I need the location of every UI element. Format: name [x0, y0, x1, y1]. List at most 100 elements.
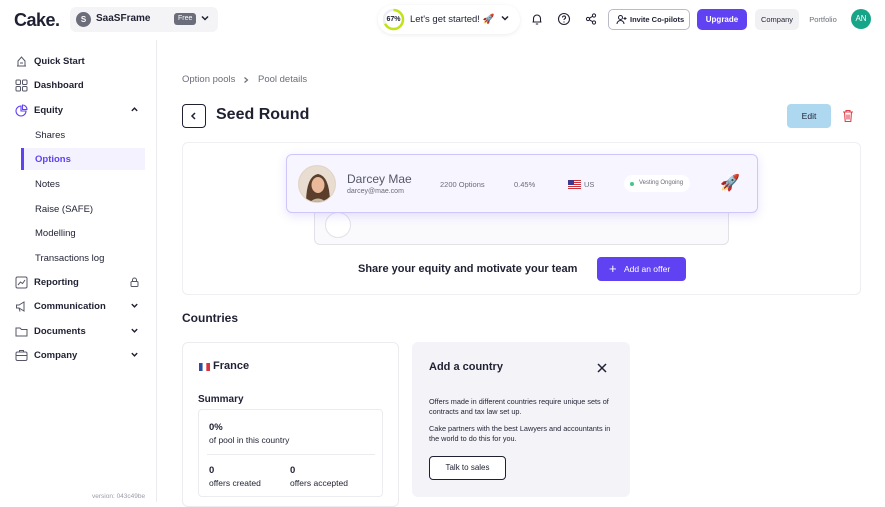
person-photo [298, 165, 336, 203]
add-offer-button[interactable]: + Add an offer [597, 257, 686, 281]
sidebar-sub-label: Transactions log [35, 253, 105, 264]
offers-created-value: 0 [209, 465, 215, 476]
edit-button[interactable]: Edit [787, 104, 831, 128]
sidebar-sub-options[interactable]: Options [21, 148, 145, 170]
country-name: France [213, 360, 250, 372]
pie-chart-icon [15, 104, 28, 117]
chart-icon [15, 276, 28, 289]
chevron-down-icon [131, 328, 138, 333]
country-code: US [584, 180, 595, 189]
sidebar-sub-label: Shares [35, 130, 66, 141]
offers-accepted-value: 0 [290, 465, 296, 476]
plan-badge: Free [174, 13, 197, 25]
rocket-icon [17, 56, 26, 67]
vesting-status-badge: Vesting Ongoing [624, 175, 691, 192]
main-content: Option pools Pool details Seed Round Edi… [157, 40, 885, 507]
sidebar-item-documents[interactable]: Documents [0, 321, 156, 343]
add-user-icon [616, 15, 627, 25]
status-dot [630, 182, 634, 186]
sidebar-item-dashboard[interactable]: Dashboard [0, 75, 156, 97]
us-flag-icon [568, 180, 581, 189]
add-offer-label: Add an offer [624, 264, 671, 274]
sidebar-sub-modelling[interactable]: Modelling [21, 222, 145, 244]
sidebar-item-label: Reporting [34, 277, 79, 288]
options-percent: 0.45% [514, 180, 536, 189]
chevron-right-icon [244, 77, 249, 83]
chevron-down-icon [131, 352, 138, 357]
sidebar-sub-transactions-log[interactable]: Transactions log [21, 247, 145, 269]
sidebar: Quick Start Dashboard Equity Shares Opti… [0, 40, 157, 502]
sidebar-item-label: Documents [34, 326, 86, 337]
offers-accepted-label: offers accepted [290, 478, 348, 488]
sidebar-item-communication[interactable]: Communication [0, 296, 156, 318]
cake-logo[interactable]: Cake. [14, 10, 60, 31]
top-bar: Cake. S SaaSFrame Free 67% Let's get sta… [0, 0, 885, 40]
person-name: Darcey Mae [347, 172, 412, 186]
vesting-status-text: Vesting Ongoing [639, 180, 684, 186]
sidebar-item-quick-start[interactable]: Quick Start [0, 51, 156, 73]
offers-created-label: offers created [209, 478, 261, 488]
progress-percent: 67% [386, 16, 401, 23]
workspace-switcher[interactable]: S SaaSFrame Free [70, 7, 218, 32]
promo-headline: Share your equity and motivate your team [358, 263, 578, 275]
back-button[interactable] [182, 104, 206, 128]
breadcrumb-option-pools[interactable]: Option pools [182, 74, 235, 85]
pool-percent-label: of pool in this country [209, 435, 290, 445]
sidebar-sub-notes[interactable]: Notes [21, 173, 145, 195]
add-country-partners-text: Cake partners with the best Lawyers and … [429, 424, 611, 443]
close-icon[interactable] [596, 362, 608, 374]
talk-to-sales-button[interactable]: Talk to sales [429, 456, 506, 480]
summary-stats: 0% of pool in this country 0 offers crea… [198, 409, 383, 497]
add-country-panel: Add a country Offers made in different c… [412, 342, 630, 497]
user-avatar[interactable]: AN [851, 9, 871, 29]
portfolio-context-tab[interactable]: Portfolio [803, 9, 843, 30]
sidebar-sub-raise-safe[interactable]: Raise (SAFE) [21, 198, 145, 220]
add-country-description: Offers made in different countries requi… [429, 397, 609, 416]
trash-icon[interactable] [842, 109, 854, 123]
chevron-down-icon [131, 303, 138, 308]
bell-icon[interactable] [530, 12, 544, 26]
page-title: Seed Round [216, 106, 310, 123]
sidebar-item-reporting[interactable]: Reporting [0, 272, 156, 294]
countries-heading: Countries [182, 311, 239, 325]
add-country-title: Add a country [429, 361, 503, 373]
sidebar-sub-label: Options [35, 154, 71, 165]
options-count: 2200 Options [440, 180, 485, 189]
onboarding-progress[interactable]: 67% Let's get started! 🚀 [378, 5, 520, 34]
company-context-tab[interactable]: Company [755, 9, 799, 30]
country-card-france[interactable]: France Summary 0% of pool in this countr… [182, 342, 399, 507]
chevron-left-icon [190, 112, 196, 120]
workspace-name: SaaSFrame [96, 13, 151, 24]
invite-label: Invite Co-pilots [630, 15, 685, 24]
share-icon[interactable] [584, 12, 598, 26]
chevron-down-icon [201, 15, 209, 21]
sidebar-item-label: Equity [34, 105, 64, 116]
sidebar-item-label: Quick Start [34, 56, 85, 67]
sidebar-sub-label: Notes [35, 179, 60, 190]
sidebar-item-company[interactable]: Company [0, 345, 156, 367]
sidebar-sub-label: Modelling [35, 228, 76, 239]
sidebar-item-label: Company [34, 350, 78, 361]
pool-percent-value: 0% [209, 422, 223, 433]
chevron-up-icon [131, 107, 138, 112]
folder-icon [15, 327, 28, 337]
lock-icon [130, 277, 139, 287]
sidebar-item-equity[interactable]: Equity [0, 100, 156, 122]
megaphone-icon [16, 301, 25, 312]
divider [207, 454, 375, 455]
sidebar-sub-label: Raise (SAFE) [35, 204, 94, 215]
version-label: version: 043c49be [92, 493, 146, 500]
help-icon[interactable] [557, 12, 571, 26]
rocket-icon: 🚀 [720, 175, 740, 192]
upgrade-button[interactable]: Upgrade [697, 9, 747, 30]
france-flag-icon [199, 363, 210, 371]
grid-icon [15, 79, 28, 92]
share-equity-promo: Darcey Mae darcey@mae.com 2200 Options 0… [182, 142, 861, 295]
breadcrumb-pool-details[interactable]: Pool details [258, 74, 307, 85]
sidebar-item-label: Dashboard [34, 80, 84, 91]
sidebar-sub-shares[interactable]: Shares [21, 124, 145, 146]
person-email: darcey@mae.com [347, 188, 404, 195]
example-offer-card: Darcey Mae darcey@mae.com 2200 Options 0… [286, 154, 758, 213]
sidebar-item-label: Communication [34, 301, 106, 312]
invite-copilots-button[interactable]: Invite Co-pilots [608, 9, 690, 30]
